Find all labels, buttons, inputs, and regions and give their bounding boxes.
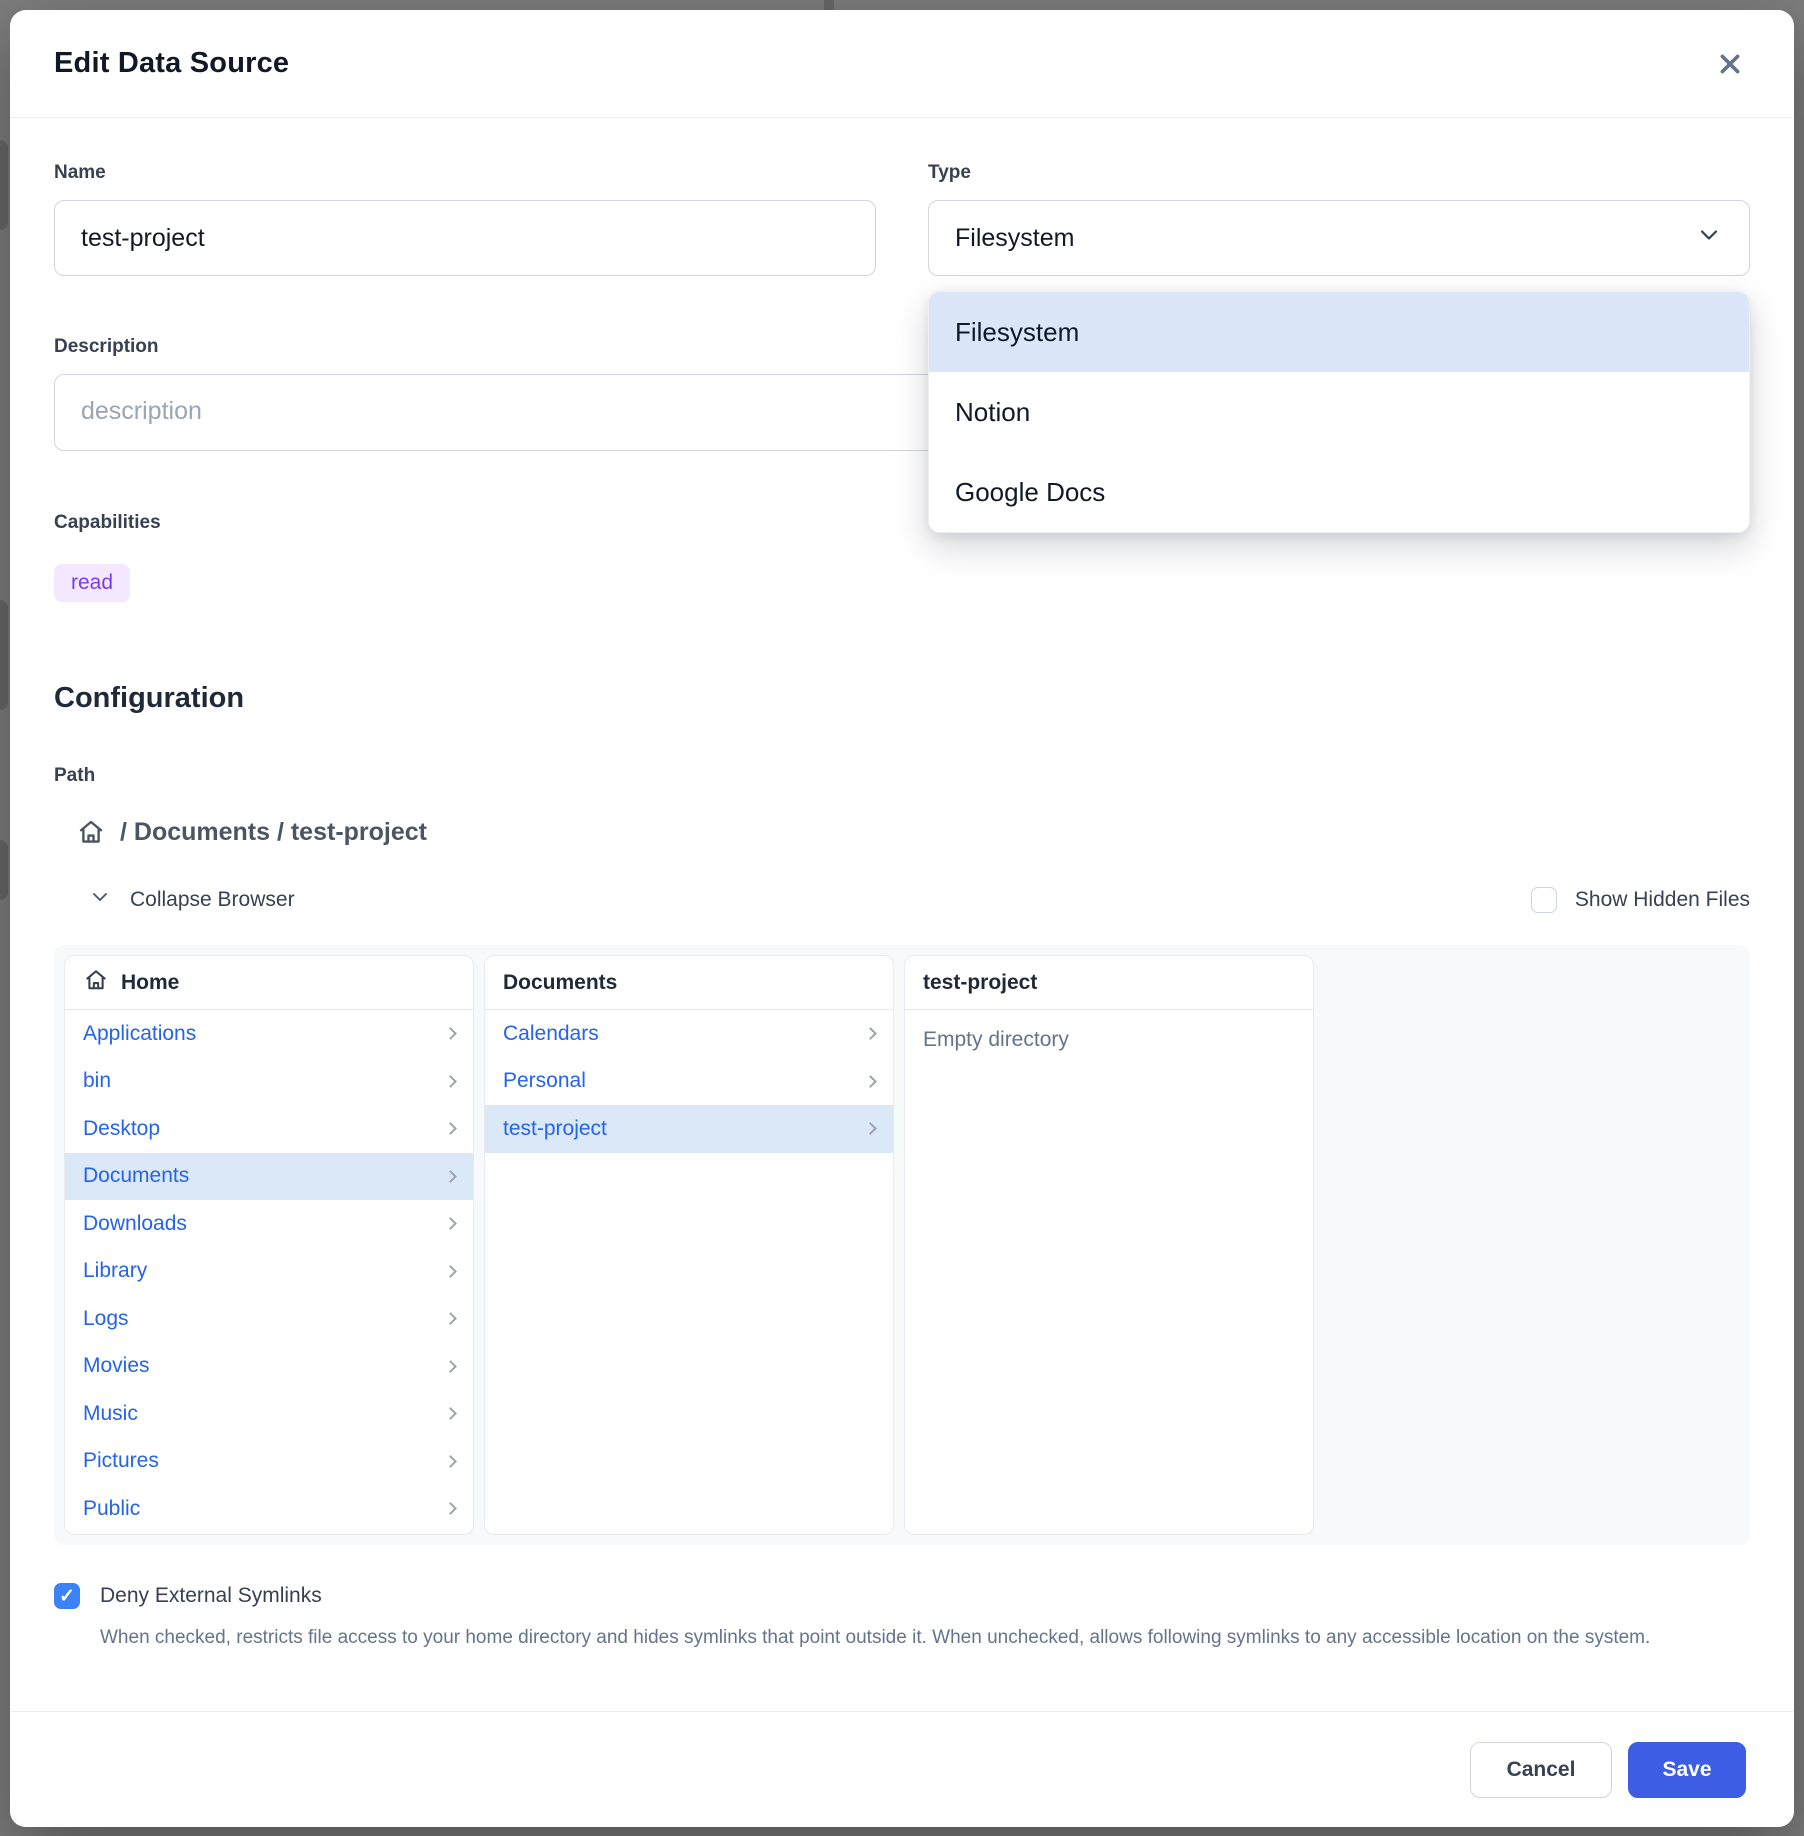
backdrop-left-smudge-2 <box>0 600 8 710</box>
collapse-browser-toggle[interactable]: Collapse Browser <box>54 885 295 915</box>
browser-column-test-project-header: test-project <box>905 956 1313 1010</box>
show-hidden-files-checkbox[interactable] <box>1531 887 1557 913</box>
chevron-right-icon <box>444 1170 457 1183</box>
chevron-right-icon <box>444 1360 457 1373</box>
dir-item-label: Documents <box>83 1164 189 1188</box>
backdrop-left-smudge-1 <box>0 140 8 230</box>
dialog-header: Edit Data Source <box>10 10 1794 118</box>
edit-data-source-dialog: Edit Data Source Name Type Filesystem Fi <box>10 10 1794 1827</box>
dialog-footer: Cancel Save <box>10 1711 1794 1827</box>
type-select[interactable]: Filesystem <box>928 200 1750 276</box>
chevron-right-icon <box>444 1122 457 1135</box>
chevron-right-icon <box>444 1075 457 1088</box>
dir-item-music[interactable]: Music <box>65 1390 473 1438</box>
browser-column-documents: Documents Calendars Personal test-projec… <box>484 955 894 1535</box>
browser-column-header-label: test-project <box>923 971 1037 995</box>
dir-item-label: Desktop <box>83 1117 160 1141</box>
path-label: Path <box>54 765 1750 787</box>
chevron-right-icon <box>444 1312 457 1325</box>
breadcrumb: / Documents / test-project <box>54 817 1750 847</box>
dir-item-label: bin <box>83 1069 111 1093</box>
empty-directory-text: Empty directory <box>905 1010 1313 1070</box>
type-field-group: Type Filesystem Filesystem Notion Google… <box>928 162 1750 276</box>
backdrop-left-smudge-3 <box>0 840 8 900</box>
home-icon <box>83 967 109 999</box>
collapse-browser-label: Collapse Browser <box>130 888 295 912</box>
type-dropdown-menu: Filesystem Notion Google Docs <box>928 291 1750 533</box>
chevron-right-icon <box>444 1455 457 1468</box>
type-option-google-docs[interactable]: Google Docs <box>929 452 1749 532</box>
browser-column-header-label: Home <box>121 971 179 995</box>
browser-column-home: Home Applications bin Desktop Documents … <box>64 955 474 1535</box>
show-hidden-files-toggle[interactable]: Show Hidden Files <box>1531 887 1750 913</box>
type-select-value: Filesystem <box>955 224 1074 253</box>
dir-item-pictures[interactable]: Pictures <box>65 1438 473 1486</box>
browser-column-header-label: Documents <box>503 971 617 995</box>
check-icon: ✓ <box>59 1585 75 1608</box>
type-label: Type <box>928 162 1750 184</box>
dir-item-label: Applications <box>83 1022 196 1046</box>
chevron-right-icon <box>444 1027 457 1040</box>
dir-item-personal[interactable]: Personal <box>485 1058 893 1106</box>
configuration-heading: Configuration <box>54 682 1750 715</box>
chevron-right-icon <box>444 1217 457 1230</box>
save-button[interactable]: Save <box>1628 1742 1746 1798</box>
dir-item-movies[interactable]: Movies <box>65 1343 473 1391</box>
dir-item-calendars[interactable]: Calendars <box>485 1010 893 1058</box>
chevron-right-icon <box>444 1265 457 1278</box>
chevron-down-icon <box>88 885 112 915</box>
browser-column-test-project: test-project Empty directory <box>904 955 1314 1535</box>
chevron-right-icon <box>864 1122 877 1135</box>
deny-symlinks-checkbox[interactable]: ✓ <box>54 1583 80 1609</box>
capabilities-badges: read <box>54 564 1750 602</box>
dir-item-public[interactable]: Public <box>65 1485 473 1533</box>
dir-item-logs[interactable]: Logs <box>65 1295 473 1343</box>
dir-item-desktop[interactable]: Desktop <box>65 1105 473 1153</box>
dir-item-applications[interactable]: Applications <box>65 1010 473 1058</box>
dir-item-bin[interactable]: bin <box>65 1058 473 1106</box>
dir-item-library[interactable]: Library <box>65 1248 473 1296</box>
browser-toolbar: Collapse Browser Show Hidden Files <box>54 885 1750 915</box>
cancel-button[interactable]: Cancel <box>1470 1742 1612 1798</box>
dir-item-documents[interactable]: Documents <box>65 1153 473 1201</box>
dir-item-label: test-project <box>503 1117 607 1141</box>
type-option-filesystem[interactable]: Filesystem <box>929 292 1749 372</box>
deny-symlinks-row: ✓ Deny External Symlinks <box>54 1583 1750 1609</box>
type-option-notion[interactable]: Notion <box>929 372 1749 452</box>
chevron-right-icon <box>864 1027 877 1040</box>
dir-item-label: Public <box>83 1497 140 1521</box>
dialog-title: Edit Data Source <box>54 47 289 80</box>
dir-item-label: Downloads <box>83 1212 187 1236</box>
browser-column-home-header: Home <box>65 956 473 1010</box>
dir-item-label: Calendars <box>503 1022 599 1046</box>
dir-item-label: Music <box>83 1402 138 1426</box>
name-field-group: Name <box>54 162 876 276</box>
dir-item-label: Personal <box>503 1069 586 1093</box>
backdrop-top-divider <box>824 0 834 10</box>
name-input[interactable] <box>54 200 876 276</box>
chevron-right-icon <box>864 1075 877 1088</box>
browser-column-documents-items: Calendars Personal test-project <box>485 1010 893 1534</box>
browser-column-documents-header: Documents <box>485 956 893 1010</box>
dir-item-label: Library <box>83 1259 147 1283</box>
show-hidden-files-label: Show Hidden Files <box>1575 888 1750 912</box>
capability-badge-read: read <box>54 564 130 602</box>
browser-column-home-items: Applications bin Desktop Documents Downl… <box>65 1010 473 1534</box>
chevron-right-icon <box>444 1407 457 1420</box>
home-icon[interactable] <box>76 817 106 847</box>
name-label: Name <box>54 162 876 184</box>
chevron-right-icon <box>444 1502 457 1515</box>
dir-item-label: Pictures <box>83 1449 159 1473</box>
dir-item-test-project[interactable]: test-project <box>485 1105 893 1153</box>
dialog-body: Name Type Filesystem Filesystem Notion G… <box>10 118 1794 1711</box>
dir-item-downloads[interactable]: Downloads <box>65 1200 473 1248</box>
breadcrumb-path: / Documents / test-project <box>120 818 427 847</box>
close-icon[interactable] <box>1710 44 1750 84</box>
deny-symlinks-label: Deny External Symlinks <box>100 1584 322 1608</box>
file-browser: Home Applications bin Desktop Documents … <box>54 945 1750 1545</box>
dir-item-label: Movies <box>83 1354 150 1378</box>
dir-item-label: Logs <box>83 1307 129 1331</box>
deny-symlinks-help: When checked, restricts file access to y… <box>54 1623 1694 1652</box>
chevron-down-icon <box>1695 221 1723 256</box>
